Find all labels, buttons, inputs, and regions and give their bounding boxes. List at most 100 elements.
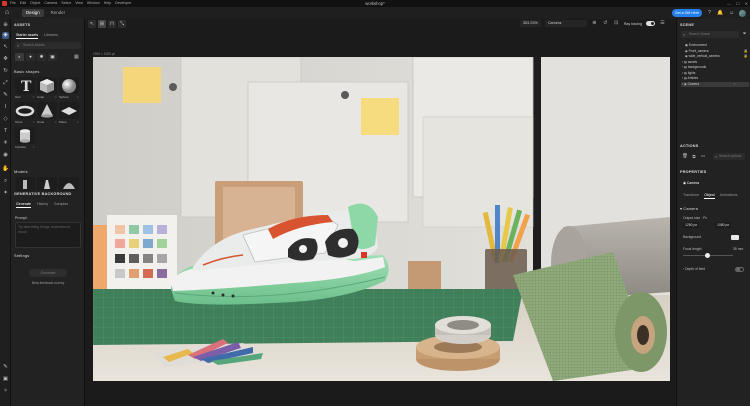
snap-tool-icon[interactable]: ⊓ <box>108 20 116 28</box>
light-icon[interactable]: ☀ <box>2 140 9 147</box>
model-thumbnail[interactable] <box>15 177 35 191</box>
help-icon[interactable]: ? <box>706 10 713 17</box>
grid-view-icon[interactable]: ▦ <box>74 54 79 60</box>
tab-design[interactable]: Design <box>22 9 44 17</box>
camera-reset-icon[interactable]: ↺ <box>602 20 609 27</box>
depth-of-field-toggle[interactable] <box>735 267 744 272</box>
model-thumbnail[interactable] <box>59 177 79 191</box>
camera-section-title[interactable]: ▾ Camera <box>680 206 698 211</box>
menu-file[interactable]: File <box>10 0 16 7</box>
depth-of-field-label[interactable]: › Depth of field <box>683 267 705 271</box>
avatar[interactable] <box>739 9 746 17</box>
shape-torus[interactable]: Torus ☆ <box>15 102 35 124</box>
category-shapes-icon[interactable]: ◐ <box>15 53 24 61</box>
actions-search-input[interactable]: ⌕ Search actions <box>713 153 745 160</box>
maximize-icon[interactable]: ☐ <box>736 1 740 6</box>
beta-feedback-link[interactable]: Beta feedback survey <box>11 281 85 285</box>
shape-cone[interactable]: Cone ☆ <box>37 102 57 124</box>
group-icon[interactable]: ▭ <box>700 153 706 159</box>
brush-icon[interactable]: ⌇ <box>2 104 9 111</box>
camera-icon[interactable]: ◉ <box>2 152 9 159</box>
camera-dropdown[interactable]: Camera <box>544 20 587 27</box>
orbit-tool-icon[interactable]: ⤡ <box>118 20 126 28</box>
shape-icon[interactable]: ◇ <box>2 116 9 123</box>
shape-sphere[interactable]: Sphere ☆ <box>59 77 79 99</box>
frame-tool-icon[interactable]: ⊞ <box>98 20 106 28</box>
settings-title[interactable]: Settings <box>14 254 29 258</box>
generate-button[interactable]: Generate <box>29 269 67 277</box>
category-images-icon[interactable]: ▣ <box>48 53 57 61</box>
menu-select[interactable]: Select <box>61 0 71 7</box>
gift-button[interactable]: Get a Gift Here <box>671 9 702 17</box>
favorite-icon[interactable]: ☆ <box>32 120 35 124</box>
rotate-icon[interactable]: ↻ <box>2 68 9 75</box>
edit-icon[interactable]: ✎ <box>2 364 9 371</box>
prompt-input[interactable]: Try describing things, environment, mood <box>15 222 81 248</box>
tab-history[interactable]: History <box>37 202 48 208</box>
hand-icon[interactable]: ✋ <box>2 166 9 173</box>
menu-window[interactable]: Window <box>87 0 100 7</box>
feedback-icon[interactable]: ▣ <box>2 376 9 383</box>
height-field[interactable]: 1080 px <box>715 222 732 228</box>
menu-edit[interactable]: Edit <box>20 0 26 7</box>
grab-icon[interactable]: ✦ <box>2 190 9 197</box>
ray-tracing-toggle[interactable] <box>646 21 655 26</box>
favorite-icon[interactable]: ☆ <box>76 95 79 99</box>
shape-text[interactable]: T Text ☆ <box>15 77 35 99</box>
model-thumbnail[interactable] <box>37 177 57 191</box>
tab-generate[interactable]: Generate <box>16 202 31 208</box>
favorite-icon[interactable]: ☆ <box>54 120 57 124</box>
tab-render[interactable]: Render <box>47 9 69 17</box>
scene-search-input[interactable]: ⌕ Search Scene <box>681 31 739 38</box>
pen-icon[interactable]: ✎ <box>2 92 9 99</box>
zoom-icon[interactable]: ⌕ <box>2 178 9 185</box>
bell-icon[interactable]: 🔔 <box>717 10 724 17</box>
favorite-icon[interactable]: ☆ <box>76 120 79 124</box>
render-preview[interactable] <box>93 57 670 381</box>
sparkle-icon[interactable]: ✧ <box>2 388 9 395</box>
favorite-icon[interactable]: ☆ <box>32 95 35 99</box>
tab-animations[interactable]: Animations <box>720 193 738 199</box>
duplicate-icon[interactable]: ⧉ <box>691 154 697 159</box>
assets-search-input[interactable]: ⌕ Search Assets <box>15 42 81 49</box>
category-lights-icon[interactable]: ✺ <box>37 53 46 61</box>
close-icon[interactable]: ✕ <box>745 1 748 6</box>
add-icon[interactable]: ⊕ <box>2 22 9 29</box>
favorite-icon[interactable]: ☆ <box>32 145 35 149</box>
favorite-icon[interactable]: ☆ <box>54 95 57 99</box>
select-icon[interactable]: ↖ <box>2 44 9 51</box>
move-icon[interactable]: ✥ <box>2 56 9 63</box>
text-icon[interactable]: T <box>2 128 9 135</box>
background-color-swatch[interactable] <box>731 235 739 240</box>
delete-icon[interactable]: 🗑 <box>682 153 688 159</box>
camera-add-icon[interactable]: ⊕ <box>591 20 598 27</box>
shape-cylinder[interactable]: Cylinder ☆ <box>15 127 35 149</box>
slider-knob[interactable] <box>705 253 710 258</box>
menu-camera[interactable]: Camera <box>44 0 57 7</box>
width-field[interactable]: 1250 px <box>683 222 700 228</box>
select-tool-icon[interactable]: ↖ <box>88 20 96 28</box>
menu-developer[interactable]: Developer <box>115 0 131 7</box>
shape-plane[interactable]: Plane ☆ <box>59 102 79 124</box>
tab-samples[interactable]: Samples <box>54 202 68 208</box>
filter-icon[interactable]: ⏷ <box>741 31 748 38</box>
tree-node-camera[interactable]: › ◉ Camera ▪ <box>681 81 749 87</box>
account-icon[interactable]: ☺ <box>728 10 735 17</box>
tab-starter-assets[interactable]: Starter assets <box>16 33 39 39</box>
menu-view[interactable]: View <box>75 0 83 7</box>
tab-libraries[interactable]: Libraries <box>44 33 58 39</box>
shape-cube[interactable]: Cube ☆ <box>37 77 57 99</box>
home-icon[interactable]: ⌂ <box>3 9 11 17</box>
render-settings-icon[interactable]: ☰ <box>659 20 666 27</box>
scale-icon[interactable]: ⤢ <box>2 80 9 87</box>
focal-length-value[interactable]: 35 mm <box>733 247 743 251</box>
camera-lock-icon[interactable]: ⊡ <box>613 20 620 27</box>
focal-length-slider[interactable] <box>683 253 733 258</box>
tab-transform[interactable]: Transform <box>683 193 699 199</box>
assets-icon[interactable]: ◈ <box>2 32 9 39</box>
menu-object[interactable]: Object <box>30 0 40 7</box>
category-materials-icon[interactable]: ● <box>26 53 35 61</box>
menu-help[interactable]: Help <box>104 0 111 7</box>
minimize-icon[interactable]: — <box>727 1 731 6</box>
zoom-dropdown[interactable]: 353.23% <box>519 20 541 27</box>
